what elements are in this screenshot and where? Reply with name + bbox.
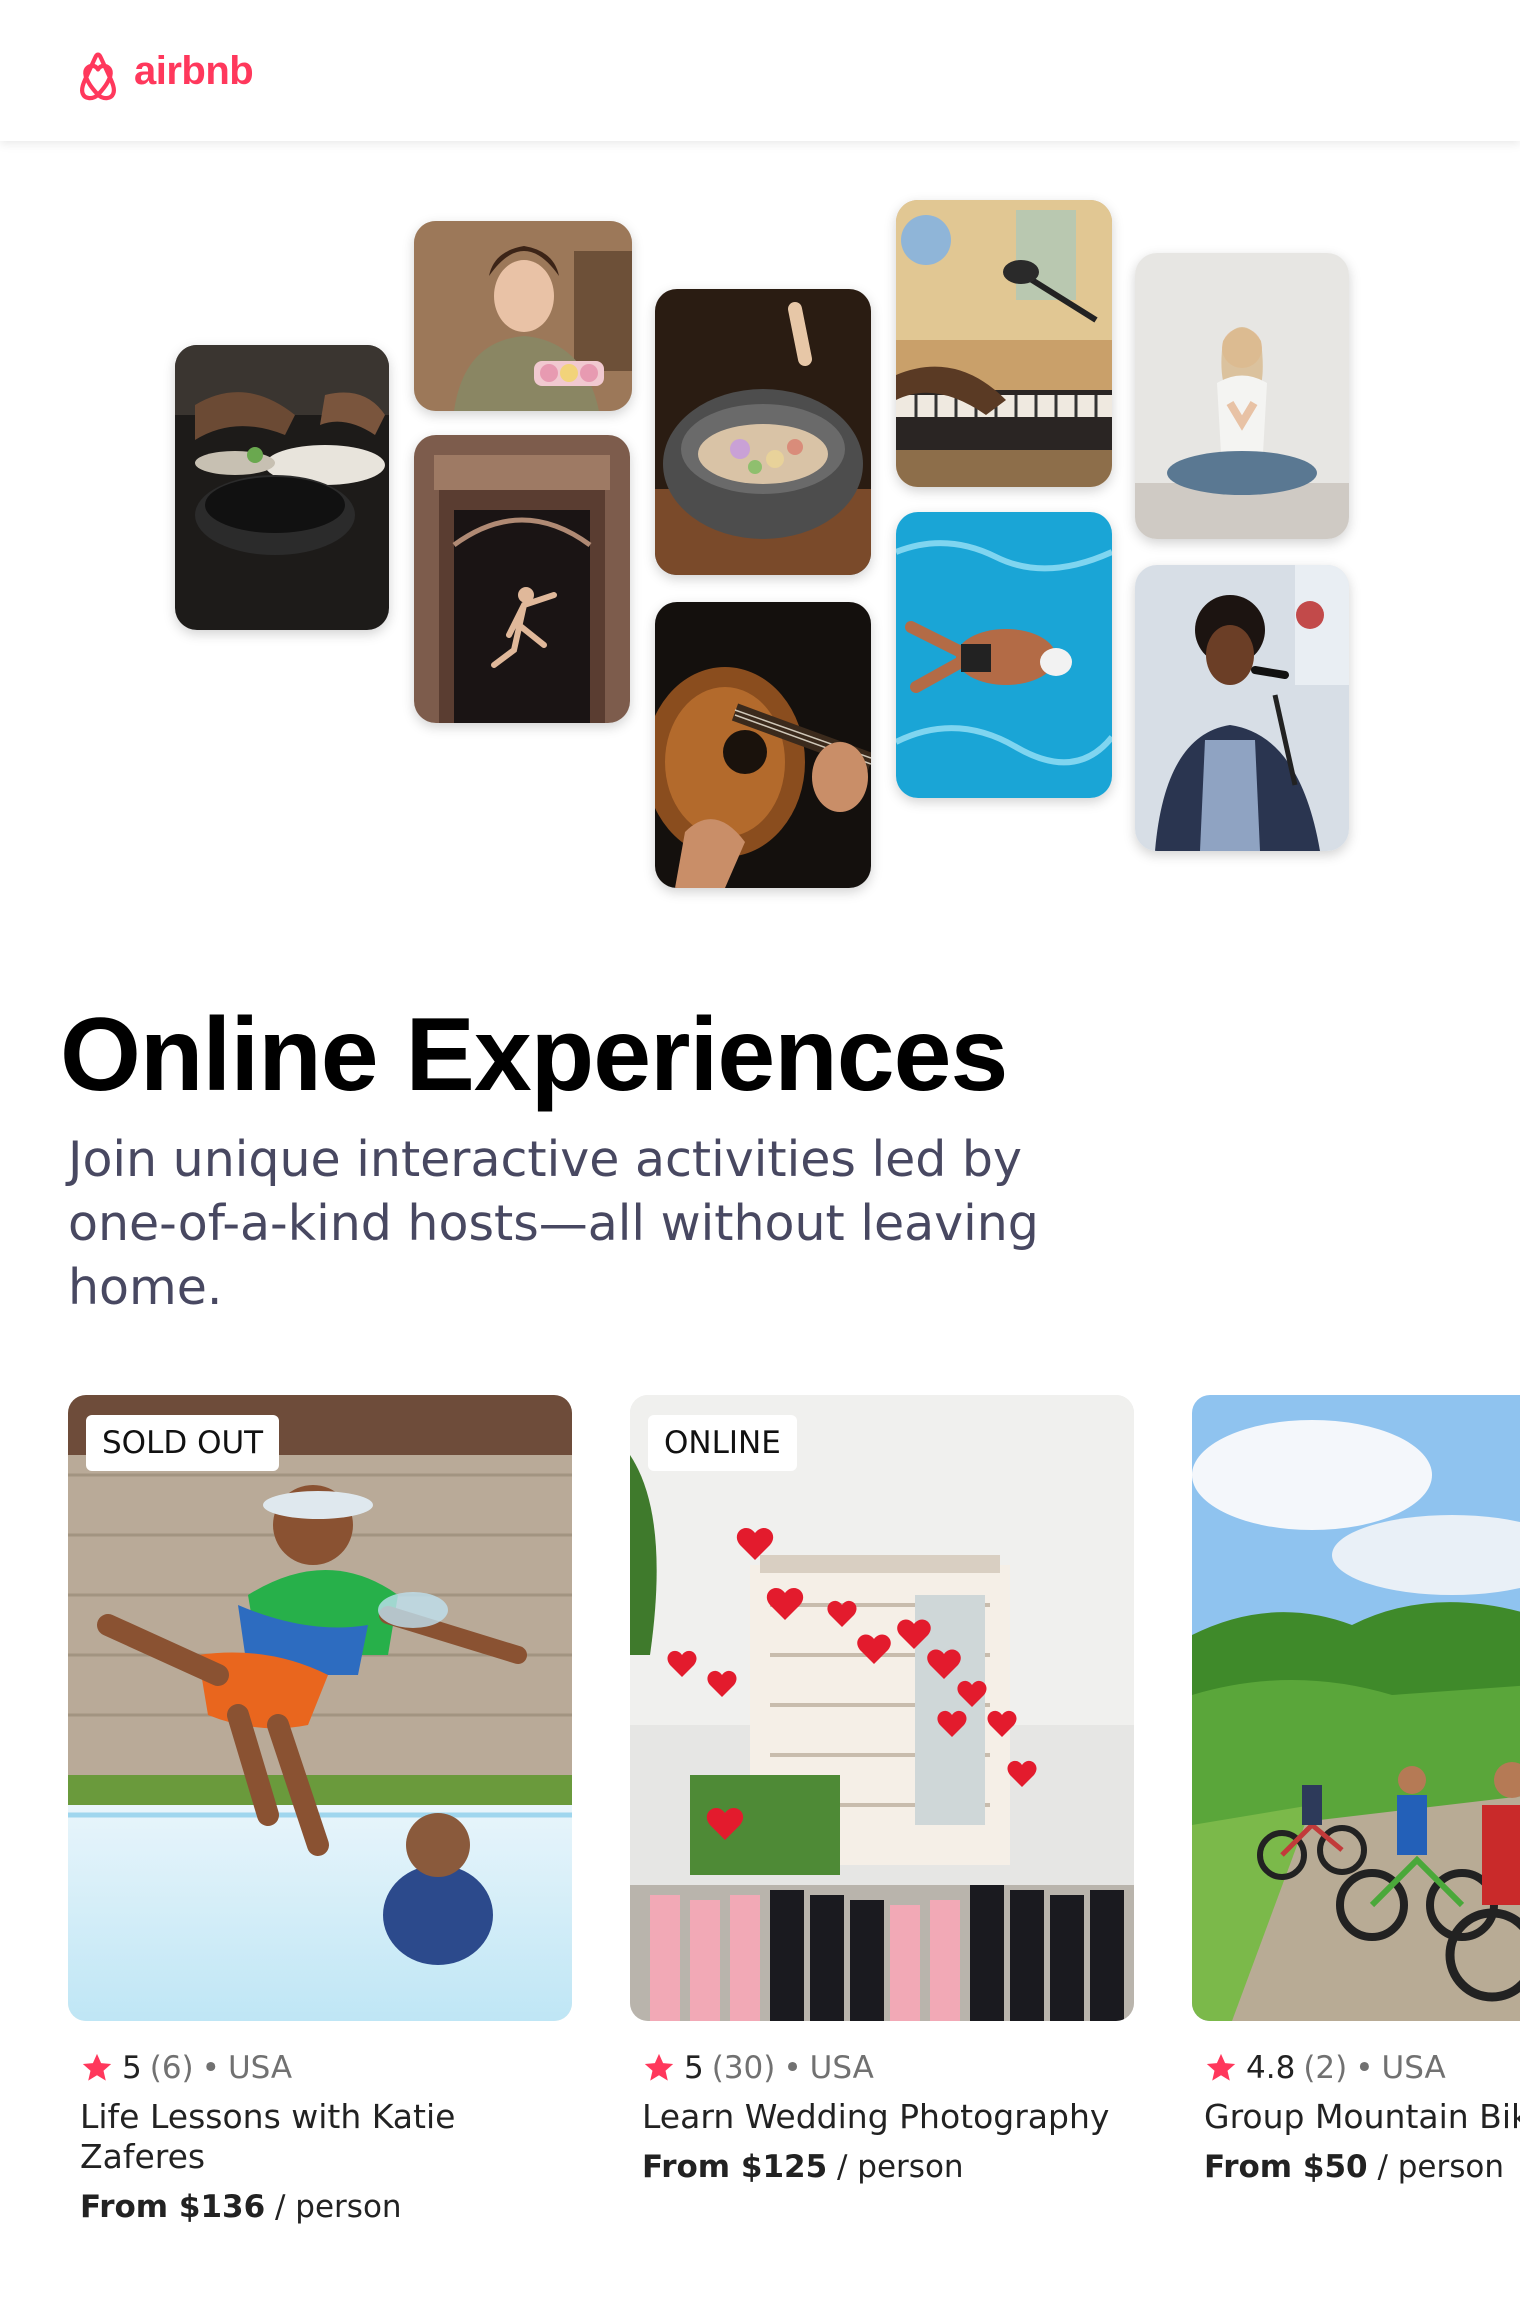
experience-card[interactable]: SOLD OUT 5 (6) • USA Life Lessons with K… (68, 1395, 572, 2227)
page-title: Online Experiences (60, 997, 1008, 1113)
experience-image: ONLINE (630, 1395, 1134, 2021)
review-count: (30) (711, 2050, 776, 2086)
experience-title[interactable]: Life Lessons with Katie Zaferes (80, 2097, 560, 2177)
price-value: From $125 (642, 2149, 828, 2185)
top-header: airbnb (0, 0, 1520, 141)
country-label: USA (227, 2050, 293, 2086)
experience-card[interactable]: ONLINE 5 (30) • USA Learn Wedding Photog… (630, 1395, 1134, 2187)
country-label: USA (809, 2050, 874, 2086)
experience-image: SOLD OUT (68, 1395, 572, 2021)
swimmer-pool-photo (896, 512, 1112, 798)
status-badge: SOLD OUT (86, 1415, 280, 1471)
experience-card[interactable]: 4.8 (2) • USA Group Mountain Bik From $5… (1192, 1395, 1520, 2187)
experience-title[interactable]: Learn Wedding Photography (642, 2097, 1122, 2137)
page-subtitle: Join unique interactive activities led b… (68, 1131, 1039, 1316)
airbnb-logo-icon (80, 52, 116, 101)
price-unit: / person (827, 2149, 964, 2185)
separator-dot: • (201, 2050, 220, 2086)
yoga-photo (1135, 253, 1349, 539)
country-label: USA (1381, 2050, 1446, 2086)
price-value: From $136 (80, 2189, 266, 2225)
status-badge: ONLINE (648, 1415, 797, 1471)
star-icon (644, 2053, 674, 2081)
baker-with-macarons-photo (414, 221, 632, 411)
star-icon (82, 2053, 112, 2081)
rating-row: 4.8 (2) • USA (1204, 2043, 1520, 2093)
review-count: (6) (149, 2050, 194, 2086)
separator-dot: • (783, 2050, 802, 2086)
dancer-in-doorway-photo (414, 435, 630, 723)
price-unit: / person (1367, 2149, 1505, 2185)
logo-wordmark: airbnb (134, 48, 254, 93)
experience-image (1192, 1395, 1520, 2021)
experience-title[interactable]: Group Mountain Bik (1204, 2097, 1520, 2137)
price-value: From $50 (1204, 2149, 1368, 2185)
rating-value: 4.8 (1246, 2050, 1296, 2086)
rating-row: 5 (30) • USA (642, 2043, 1134, 2093)
price-row: From $125 / person (642, 2147, 1134, 2187)
star-icon (1206, 2053, 1236, 2081)
separator-dot: • (1355, 2050, 1374, 2086)
food-bowl-photo (655, 289, 871, 575)
experience-cards-row: SOLD OUT 5 (6) • USA Life Lessons with K… (0, 1395, 1520, 2310)
guitar-player-photo (655, 602, 871, 888)
hero-collage (0, 141, 1520, 901)
price-row: From $136 / person (80, 2187, 572, 2227)
rating-value: 5 (684, 2050, 704, 2086)
singer-photo (1135, 565, 1349, 851)
price-unit: / person (265, 2189, 402, 2225)
rating-value: 5 (122, 2050, 142, 2086)
airbnb-logo[interactable]: airbnb (70, 38, 254, 104)
cooking-class-photo (175, 345, 389, 630)
review-count: (2) (1303, 2050, 1348, 2086)
keyboard-microphone-photo (896, 200, 1112, 487)
price-row: From $50 / person (1204, 2147, 1520, 2187)
rating-row: 5 (6) • USA (80, 2043, 572, 2093)
